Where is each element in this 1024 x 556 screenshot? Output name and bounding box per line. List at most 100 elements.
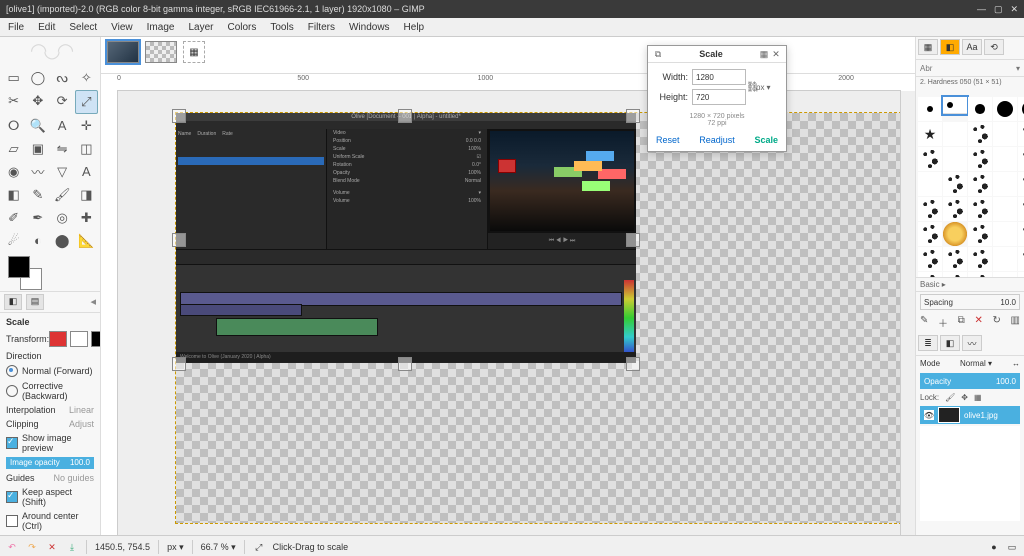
brush-preset[interactable]	[918, 97, 942, 121]
align-icon[interactable]: ✛	[75, 115, 98, 137]
bucket-icon[interactable]: ▽	[51, 161, 74, 183]
lock-alpha-icon[interactable]: ▦	[974, 393, 982, 402]
paths-tab-icon[interactable]: 〰	[962, 335, 982, 351]
brush-preset[interactable]	[943, 122, 967, 146]
transform-handle-ne[interactable]	[626, 109, 640, 123]
brush-new-icon[interactable]: ＋	[938, 315, 948, 330]
airbrush-icon[interactable]: ✐	[2, 207, 25, 229]
layer-switch-icon[interactable]: ↔	[1012, 359, 1020, 368]
scale-button[interactable]: Scale	[754, 135, 778, 145]
menu-tools[interactable]: Tools	[266, 20, 297, 35]
blur-icon[interactable]: ⬤	[51, 230, 74, 252]
brush-preset[interactable]	[993, 222, 1017, 246]
menu-image[interactable]: Image	[143, 20, 179, 35]
transform-handle-e[interactable]	[626, 233, 640, 247]
warp-icon[interactable]: ◉	[2, 161, 25, 183]
readjust-button[interactable]: Readjust	[699, 135, 735, 145]
layers-tab-icon[interactable]: ≣	[918, 335, 938, 351]
chain-link-icon[interactable]: ⛓	[746, 82, 756, 93]
cage-icon[interactable]: ◫	[75, 138, 98, 160]
dodge-icon[interactable]: ◐	[26, 230, 49, 252]
brush-preset[interactable]	[943, 147, 967, 171]
save-icon[interactable]: ⤓	[66, 541, 78, 553]
spacing-slider[interactable]: Spacing10.0	[920, 294, 1020, 310]
brush-edit-icon[interactable]: ✎	[920, 315, 928, 330]
image-opacity-slider[interactable]: Image opacity100.0	[6, 457, 94, 469]
menu-windows[interactable]: Windows	[345, 20, 394, 35]
transform-handle-sw[interactable]	[172, 357, 186, 371]
layer-opacity-slider[interactable]: Opacity100.0	[920, 373, 1020, 389]
tab-menu-icon[interactable]: ◂	[90, 295, 96, 308]
transform-handle-w[interactable]	[172, 233, 186, 247]
lasso-select-icon[interactable]: ᔓ	[51, 67, 74, 89]
brush-preset[interactable]	[968, 247, 992, 271]
brush-preset[interactable]	[918, 147, 942, 171]
brush-preset[interactable]	[918, 122, 942, 146]
brush-preset[interactable]	[993, 197, 1017, 221]
fg-color-swatch[interactable]	[8, 256, 30, 278]
image-tab[interactable]	[145, 41, 177, 63]
path-icon[interactable]: 〰	[26, 161, 49, 183]
ruler-vertical[interactable]	[101, 91, 118, 535]
nav-window-icon[interactable]: ▭	[1006, 541, 1018, 553]
brush-preset[interactable]	[943, 197, 967, 221]
rect-select-icon[interactable]: ▭	[2, 67, 25, 89]
zoom-icon[interactable]: 🔍	[26, 115, 49, 137]
brush-preset[interactable]	[1018, 247, 1024, 271]
blend-mode-select[interactable]: Normal ▾	[960, 359, 992, 368]
shear-icon[interactable]: ▱	[2, 138, 25, 160]
layer-visibility-icon[interactable]: 👁	[924, 410, 934, 420]
fg-bg-color[interactable]	[6, 256, 94, 289]
crop-icon[interactable]: ✂	[2, 90, 25, 112]
lock-pixels-icon[interactable]: 🖌	[945, 393, 955, 402]
transform-handle-nw[interactable]	[172, 109, 186, 123]
around-center-checkbox[interactable]: Around center (Ctrl)	[6, 511, 94, 531]
menu-colors[interactable]: Colors	[223, 20, 260, 35]
brush-preset[interactable]	[1018, 97, 1024, 121]
heal-icon[interactable]: ✚	[75, 207, 98, 229]
perspective-icon[interactable]: ▣	[26, 138, 49, 160]
keep-aspect-checkbox[interactable]: Keep aspect (Shift)	[6, 487, 94, 507]
window-minimize-icon[interactable]: —	[977, 4, 986, 15]
brush-preset[interactable]	[918, 172, 942, 196]
show-preview-checkbox[interactable]: Show image preview	[6, 433, 94, 453]
brush-preset[interactable]	[993, 122, 1017, 146]
erase-icon[interactable]: ◨	[75, 184, 98, 206]
undo-icon[interactable]: ↶	[6, 541, 18, 553]
brush-refresh-icon[interactable]: ↻	[992, 315, 1000, 330]
menu-help[interactable]: Help	[400, 20, 429, 35]
brush-icon[interactable]: 🖌	[51, 184, 74, 206]
lock-position-icon[interactable]: ✥	[961, 393, 968, 402]
scrollbar-vertical[interactable]	[900, 91, 915, 535]
transform-handle-se[interactable]	[626, 357, 640, 371]
brush-preset[interactable]	[1018, 147, 1024, 171]
menu-select[interactable]: Select	[65, 20, 101, 35]
brush-preset[interactable]	[943, 222, 967, 246]
transform-selection-icon[interactable]	[70, 331, 88, 347]
unit-selector[interactable]: px ▾	[756, 83, 778, 92]
brush-duplicate-icon[interactable]: ⧉	[958, 315, 965, 330]
canvas[interactable]: Olive [Document – 001 | Alpha] - untitle…	[118, 91, 900, 535]
picker-icon[interactable]: ⵔ	[2, 115, 25, 137]
layers-list[interactable]	[920, 426, 1020, 521]
brush-preset[interactable]	[1018, 197, 1024, 221]
nav-cancel-icon[interactable]: ●	[988, 541, 1000, 553]
dialog-menu-icon[interactable]: ▦	[758, 48, 770, 60]
patterns-tab-icon[interactable]: ◧	[940, 39, 960, 55]
ellipse-select-icon[interactable]: ◯	[26, 67, 49, 89]
brush-preset[interactable]	[943, 97, 967, 114]
brush-open-icon[interactable]: ▥	[1011, 315, 1020, 330]
history-tab-icon[interactable]: ⟲	[984, 39, 1004, 55]
fuzzy-select-icon[interactable]: ✧	[75, 67, 98, 89]
image-tab[interactable]	[107, 41, 139, 63]
brush-preset[interactable]	[993, 247, 1017, 271]
text-icon[interactable]: A	[51, 115, 74, 137]
brush-preset[interactable]	[993, 97, 1017, 121]
brush-preset[interactable]	[943, 172, 967, 196]
height-input[interactable]: 720	[692, 89, 746, 105]
interpolation-value[interactable]: Linear	[69, 405, 94, 415]
brushes-tab-icon[interactable]: ▦	[918, 39, 938, 55]
direction-corrective-radio[interactable]: Corrective (Backward)	[6, 381, 94, 401]
brush-preset[interactable]	[1018, 222, 1024, 246]
tool-options-tab-icon[interactable]: ◧	[4, 294, 22, 310]
